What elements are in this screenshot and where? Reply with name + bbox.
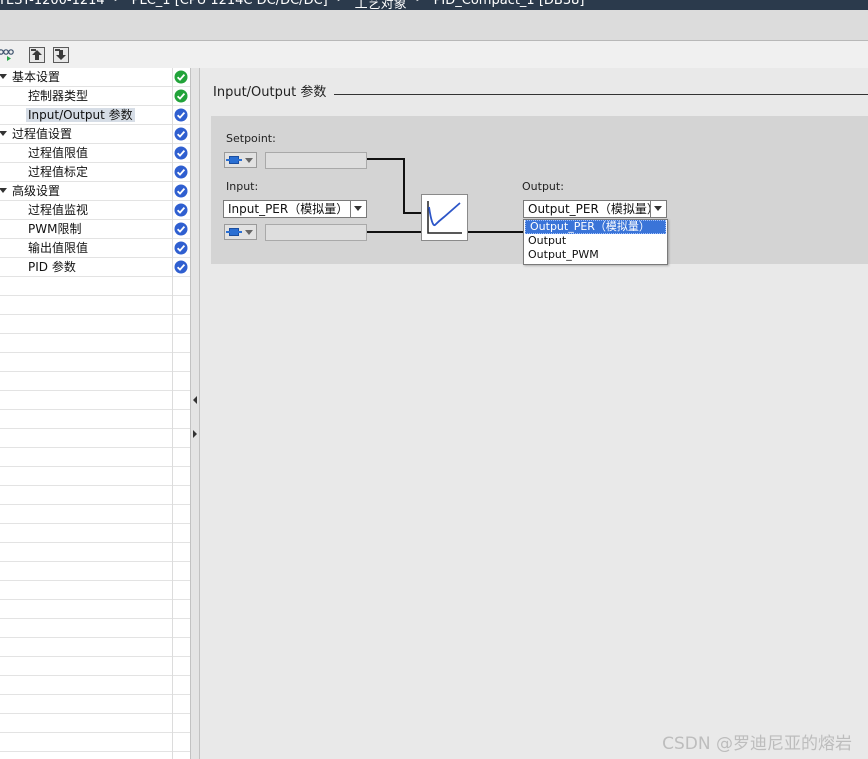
check-blue-icon xyxy=(174,127,188,141)
expand-caret-icon[interactable] xyxy=(0,131,7,136)
expand-caret-icon[interactable] xyxy=(0,188,7,193)
nav-item-label: 高级设置 xyxy=(12,184,61,198)
check-blue-icon xyxy=(174,184,188,198)
input-type-value: Input_PER（模拟量） xyxy=(228,202,349,216)
title-bar: TEST-1200-1214 ▶ PLC_1 [CPU 1214C DC/DC/… xyxy=(0,0,868,10)
watermark: CSDN @罗迪尼亚的熔岩 xyxy=(662,734,852,754)
nav-item-label: 过程值限值 xyxy=(28,146,89,160)
breadcrumb-technology-objects[interactable]: 工艺对象 xyxy=(355,0,407,10)
compare-icon[interactable] xyxy=(0,47,14,62)
check-blue-icon xyxy=(174,108,188,122)
check-blue-icon xyxy=(174,241,188,255)
setpoint-source-button[interactable] xyxy=(224,152,257,168)
output-label: Output: xyxy=(522,180,564,193)
dropdown-option-output-pwm[interactable]: Output_PWM xyxy=(524,248,667,262)
setpoint-wire xyxy=(403,212,421,214)
nav-item-basic-settings[interactable]: 基本设置 xyxy=(0,69,62,86)
breadcrumb-project[interactable]: TEST-1200-1214 xyxy=(0,0,105,10)
nav-item-label: 输出值限值 xyxy=(28,241,89,255)
input-label: Input: xyxy=(226,180,259,193)
nav-item-process-value-settings[interactable]: 过程值设置 xyxy=(0,126,74,143)
input-field xyxy=(265,224,367,241)
expand-caret-icon[interactable] xyxy=(0,74,7,79)
nav-item-label: PID 参数 xyxy=(28,260,76,274)
nav-item-process-value-limits[interactable]: 过程值限值 xyxy=(26,145,90,162)
pid-controller-block-icon xyxy=(421,194,468,241)
nav-item-label: 过程值标定 xyxy=(28,165,89,179)
input-type-select[interactable]: Input_PER（模拟量） xyxy=(223,200,367,218)
check-green-icon xyxy=(174,70,188,84)
connector-icon xyxy=(226,156,242,164)
input-wire xyxy=(367,231,421,233)
output-type-dropdown-list: Output_PER（模拟量） Output Output_PWM xyxy=(523,219,668,265)
check-blue-icon xyxy=(174,146,188,160)
nav-item-label: 控制器类型 xyxy=(28,89,89,103)
collapse-left-icon[interactable] xyxy=(193,396,197,404)
dropdown-arrow-icon xyxy=(245,230,253,235)
section-title: Input/Output 参数 xyxy=(213,81,335,100)
check-blue-icon xyxy=(174,222,188,236)
setpoint-wire xyxy=(367,158,404,160)
nav-item-label: PWM限制 xyxy=(28,222,82,236)
breadcrumb-separator-icon: ▶ xyxy=(115,0,122,10)
nav-item-process-value-monitoring[interactable]: 过程值监视 xyxy=(26,202,90,219)
output-type-select[interactable]: Output_PER（模拟量） xyxy=(523,200,667,218)
breadcrumb-separator-icon: ▶ xyxy=(338,0,345,10)
dropdown-arrow-icon xyxy=(245,158,253,163)
nav-item-pwm-limits[interactable]: PWM限制 xyxy=(26,221,83,238)
nav-item-advanced-settings[interactable]: 高级设置 xyxy=(0,183,62,200)
output-wire xyxy=(468,231,524,233)
panel-splitter[interactable] xyxy=(190,68,200,759)
output-type-value: Output_PER（模拟量） xyxy=(528,202,659,216)
setpoint-field xyxy=(265,152,367,169)
connector-icon xyxy=(226,228,242,236)
breadcrumb-plc[interactable]: PLC_1 [CPU 1214C DC/DC/DC] xyxy=(132,0,328,10)
setpoint-label: Setpoint: xyxy=(226,132,276,145)
nav-item-pid-parameters[interactable]: PID 参数 xyxy=(26,259,78,276)
toolbar xyxy=(0,41,868,68)
nav-item-process-value-scaling[interactable]: 过程值标定 xyxy=(26,164,90,181)
nav-item-output-value-limits[interactable]: 输出值限值 xyxy=(26,240,90,257)
nav-item-controller-type[interactable]: 控制器类型 xyxy=(26,88,90,105)
dropdown-option-output-per[interactable]: Output_PER（模拟量） xyxy=(525,220,666,234)
dropdown-arrow-icon[interactable] xyxy=(650,201,666,217)
expand-right-icon[interactable] xyxy=(193,430,197,438)
input-source-button[interactable] xyxy=(224,224,257,240)
dropdown-option-output[interactable]: Output xyxy=(524,234,667,248)
breadcrumb-pid-object[interactable]: PID_Compact_1 [DB38] xyxy=(434,0,585,10)
nav-item-io-parameters[interactable]: Input/Output 参数 xyxy=(26,107,135,124)
breadcrumb-separator-icon: ▶ xyxy=(417,0,424,10)
editor-tab-band xyxy=(0,10,868,41)
nav-item-label: 过程值监视 xyxy=(28,203,89,217)
nav-item-label: Input/Output 参数 xyxy=(26,108,135,122)
download-icon[interactable] xyxy=(53,47,69,63)
check-blue-icon xyxy=(174,165,188,179)
upload-icon[interactable] xyxy=(29,47,45,63)
setpoint-wire xyxy=(403,158,405,214)
nav-item-label: 过程值设置 xyxy=(12,127,73,141)
dropdown-arrow-icon[interactable] xyxy=(350,201,366,217)
check-green-icon xyxy=(174,89,188,103)
check-blue-icon xyxy=(174,203,188,217)
check-blue-icon xyxy=(174,260,188,274)
nav-item-label: 基本设置 xyxy=(12,70,61,84)
